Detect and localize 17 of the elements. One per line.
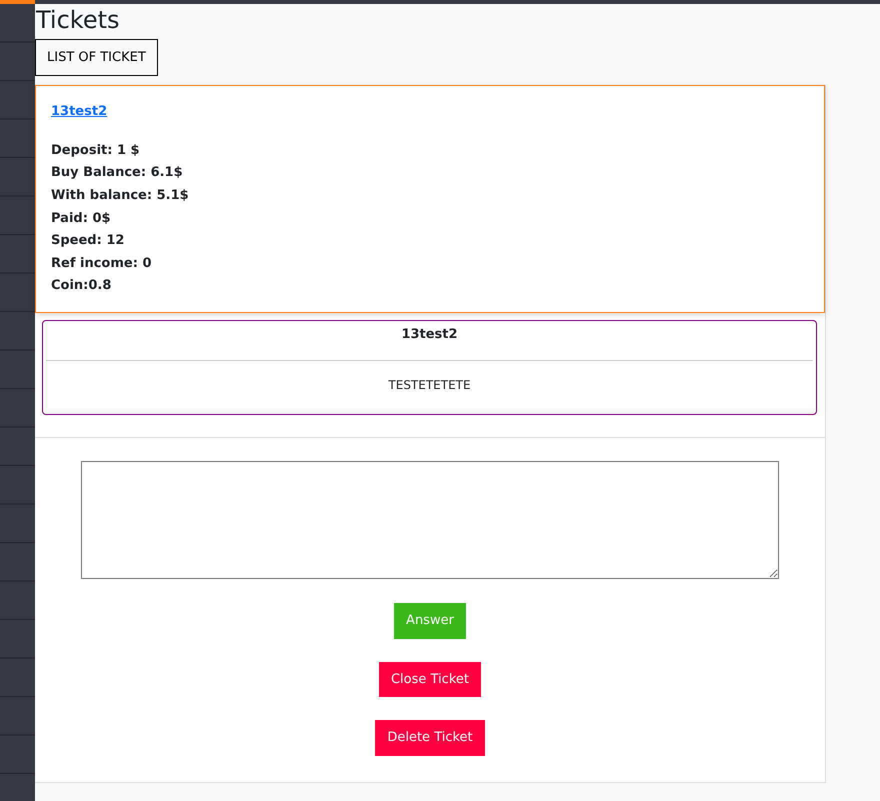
ticket-stat: Ref income: 0 [51, 254, 152, 273]
page-title: Tickets [36, 6, 121, 35]
ticket-stat: Speed: 12 [51, 232, 126, 250]
list-of-ticket-button[interactable]: LIST OF TICKET [35, 38, 158, 76]
message-text: TESTETETETE [388, 378, 471, 392]
ticket-action-button[interactable]: Delete Ticket [375, 720, 485, 756]
ticket-stat: With balance: 5.1$ [51, 186, 190, 205]
ticket-action-button[interactable]: Close Ticket [378, 662, 481, 698]
message-author: 13test2 [401, 326, 458, 342]
ticket-stat: Deposit: 1 $ [51, 142, 141, 160]
ticket-link[interactable]: 13test2 [51, 104, 108, 120]
ticket-stat: Paid: 0$ [51, 210, 112, 228]
answer-button[interactable]: Answer [394, 603, 466, 639]
ticket-stat: Buy Balance: 6.1$ [51, 164, 184, 182]
active-indicator [0, 0, 35, 4]
ticket-stat: Coin:0.8 [51, 277, 112, 296]
answer-field[interactable] [81, 461, 779, 580]
